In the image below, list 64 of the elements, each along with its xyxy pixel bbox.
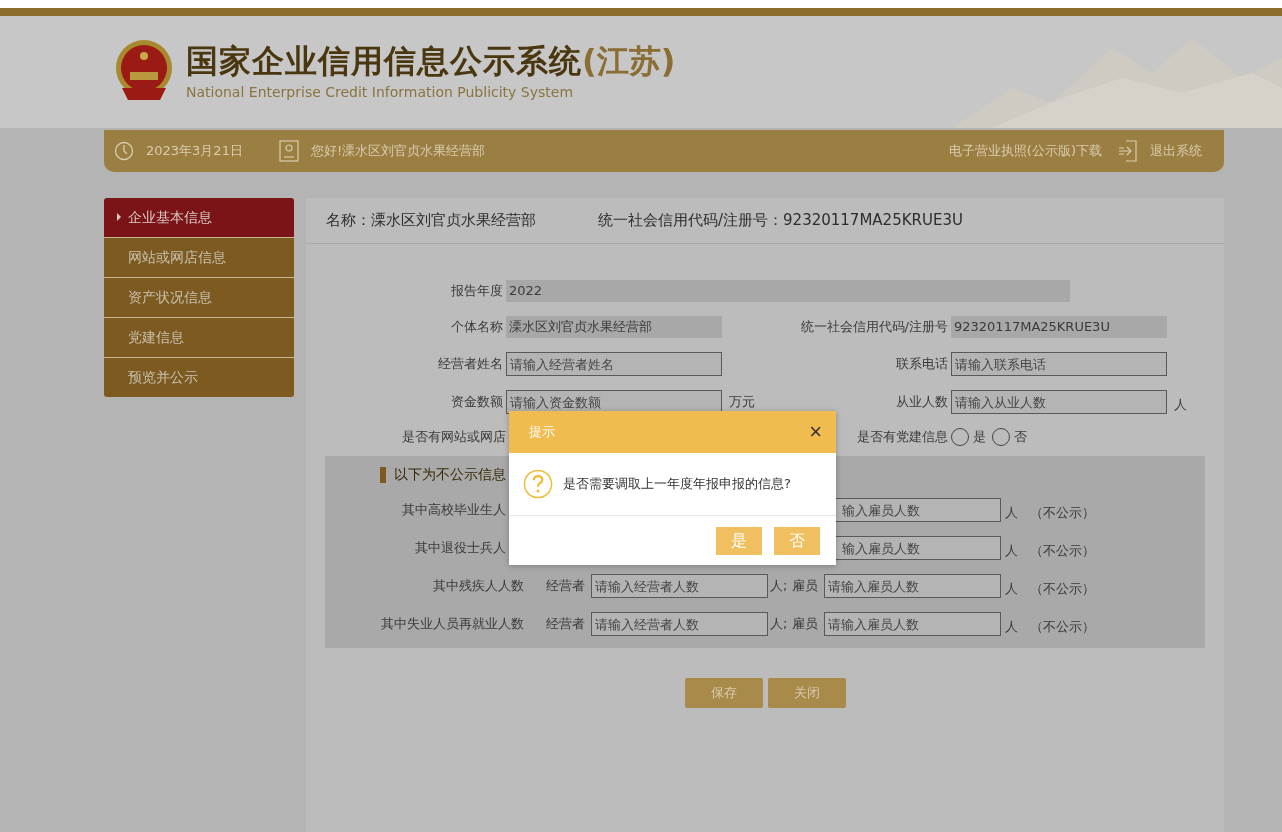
- year-field: 2022: [506, 280, 1070, 302]
- employee-count-field[interactable]: 请输入雇员人数: [824, 574, 1001, 598]
- action-button[interactable]: 保存: [684, 678, 763, 708]
- site-subtitle: National Enterprise Credit Information Publicity System: [186, 84, 575, 100]
- close-button[interactable]: ×: [809, 421, 822, 443]
- unit-label: 人: [1005, 580, 1018, 598]
- field-label: 其中退役士兵人: [415, 539, 506, 557]
- unit-label: 人; 雇员: [769, 615, 819, 633]
- license-download-link[interactable]: 电子营业执照(公示版)下载: [948, 142, 1102, 160]
- site-title: 国家企业信用信息公示系统: [186, 41, 582, 82]
- company-name: 名称：溧水区刘官贞水果经营部: [326, 211, 536, 230]
- sidebar-item[interactable]: 网站或网店信息: [104, 238, 294, 278]
- unit-label: 人; 雇员: [769, 577, 819, 595]
- note-text: （不公示）: [1030, 618, 1095, 636]
- field-label: 其中失业人员再就业人数: [381, 615, 524, 633]
- capital-field[interactable]: 请输入资金数额: [506, 390, 722, 414]
- unit-label: 万元: [728, 393, 756, 411]
- region-label: (江苏): [582, 41, 676, 82]
- field-label: 个体名称: [451, 318, 503, 336]
- question-icon: [523, 469, 553, 499]
- greeting-text: 您好!溧水区刘官贞水果经营部: [310, 142, 486, 160]
- field-label: 报告年度: [451, 282, 503, 300]
- code-field: 92320117MA25KRUE3U: [951, 316, 1167, 338]
- unit-label: 人: [1173, 396, 1188, 414]
- sidebar-item[interactable]: 资产状况信息: [104, 278, 294, 318]
- sidebar-item[interactable]: 企业基本信息: [104, 198, 294, 238]
- unit-label: 人: [1005, 504, 1018, 522]
- field-label: 是否有党建信息: [857, 428, 948, 446]
- section-marker: [380, 467, 386, 483]
- field-label: 其中高校毕业生人: [402, 501, 506, 519]
- date-text: 2023年3月21日: [146, 142, 243, 160]
- field-label: 其中残疾人人数: [433, 577, 524, 595]
- note-text: （不公示）: [1030, 504, 1095, 522]
- dialog-title: 提示: [529, 423, 555, 441]
- unit-label: 人: [1005, 618, 1018, 636]
- credit-code: 统一社会信用代码/注册号：92320117MA25KRUE3U: [598, 211, 963, 230]
- name-field: 溧水区刘官贞水果经营部: [506, 316, 722, 338]
- section-heading: 以下为不公示信息: [394, 466, 506, 484]
- emblem-icon: [114, 38, 174, 102]
- operator-count-field[interactable]: 请输入经营者人数: [591, 612, 768, 636]
- field-label: 统一社会信用代码/注册号: [800, 318, 948, 336]
- employee-count-field[interactable]: 请输入雇员人数: [824, 612, 1001, 636]
- operator-label: 经营者: [545, 615, 586, 633]
- logout-icon[interactable]: [1118, 140, 1138, 162]
- operator-name-field[interactable]: 请输入经营者姓名: [506, 352, 722, 376]
- user-icon: [278, 140, 299, 162]
- unit-label: 人: [1005, 542, 1018, 560]
- note-text: （不公示）: [1030, 580, 1095, 598]
- dialog-message: 是否需要调取上一年度年报申报的信息?: [563, 475, 791, 493]
- phone-field[interactable]: 请输入联系电话: [951, 352, 1167, 376]
- field-label: 经营者姓名: [438, 355, 503, 373]
- operator-count-field[interactable]: 请输入经营者人数: [591, 574, 768, 598]
- field-label: 从业人数: [896, 393, 948, 411]
- action-button[interactable]: 关闭: [767, 678, 846, 708]
- sidebar-item[interactable]: 党建信息: [104, 318, 294, 358]
- field-label: 联系电话: [896, 355, 948, 373]
- field-label: 资金数额: [451, 393, 503, 411]
- logout-link[interactable]: 退出系统: [1150, 142, 1202, 160]
- operator-label: 经营者: [545, 577, 586, 595]
- employees-field[interactable]: 请输入从业人数: [951, 390, 1167, 414]
- field-label: 是否有网站或网店: [402, 428, 506, 446]
- note-text: （不公示）: [1030, 542, 1095, 560]
- sidebar-item[interactable]: 预览并公示: [104, 358, 294, 397]
- clock-icon: [114, 141, 134, 161]
